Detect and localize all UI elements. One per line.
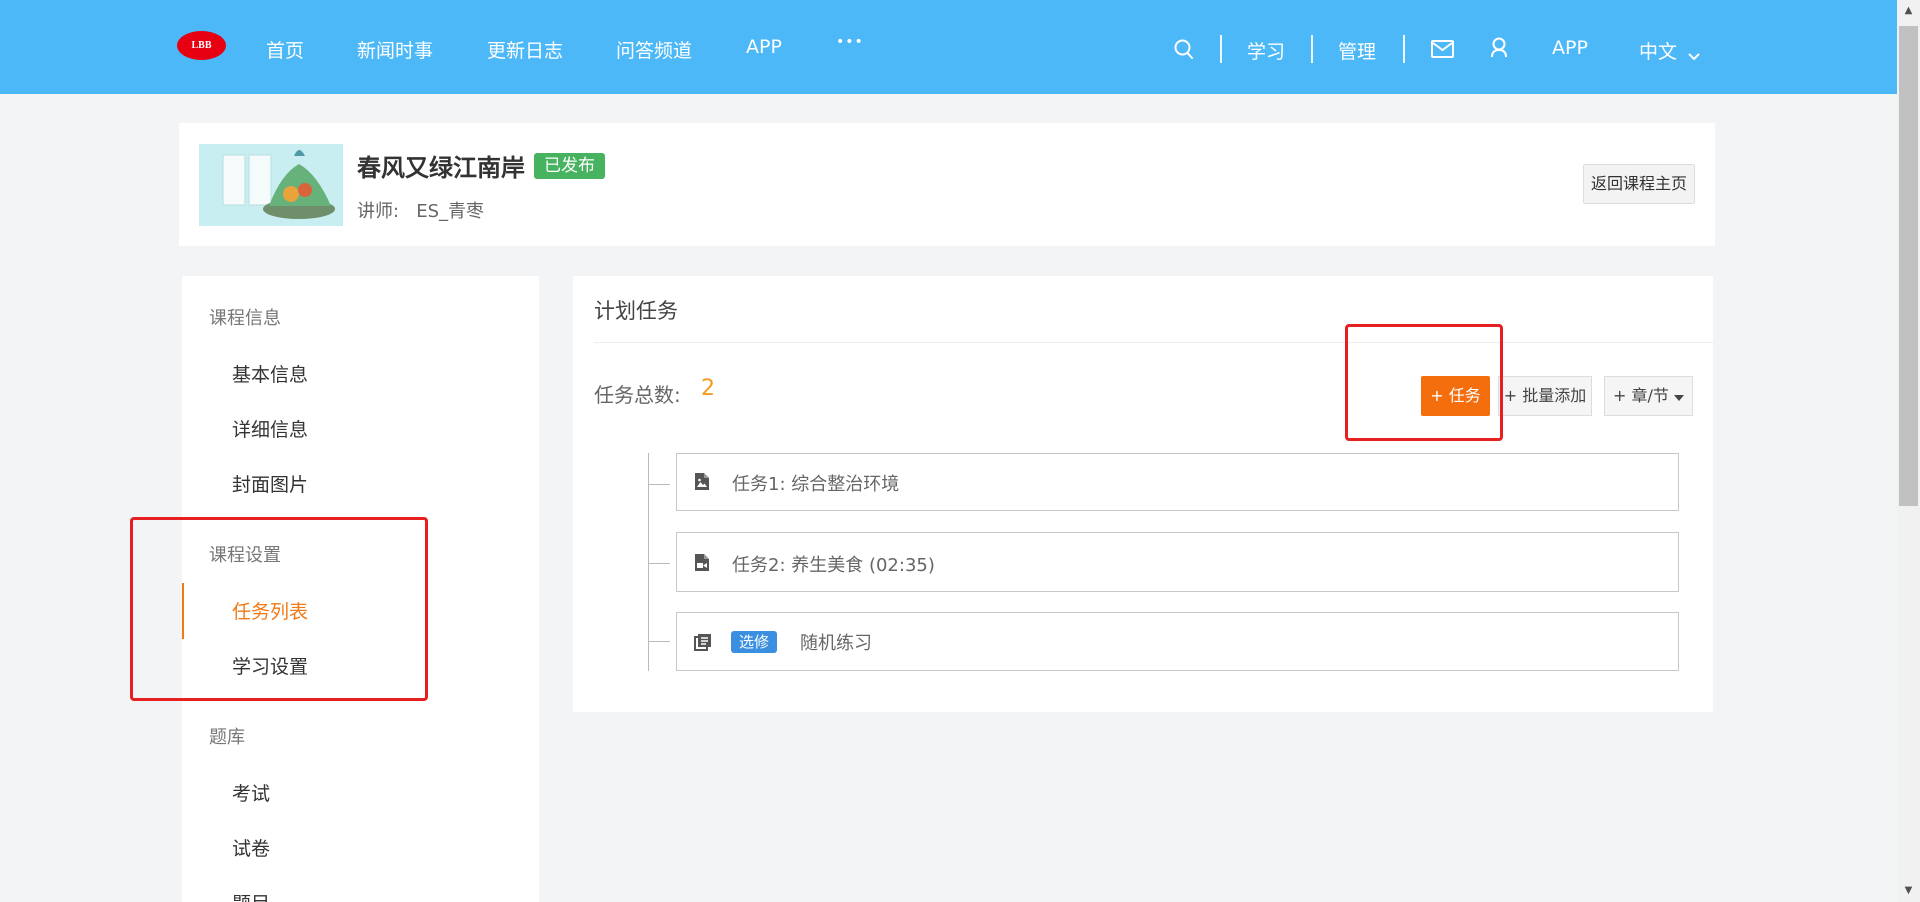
- nav-qa[interactable]: 问答频道: [616, 36, 692, 63]
- task-plan-panel: 计划任务 任务总数: 2 + 任务 + 批量添加 + 章/节 任务1: 综合整治…: [573, 276, 1714, 712]
- sidebar-item-task-list[interactable]: 任务列表: [232, 597, 308, 624]
- sidebar-group-question-bank: 题库: [209, 727, 245, 748]
- header-divider: [1311, 35, 1313, 63]
- course-title: 春风又绿江南岸: [357, 154, 525, 182]
- course-cover-thumbnail: [199, 144, 343, 226]
- task-count-value: 2: [701, 376, 715, 401]
- scroll-down-arrow[interactable]: ▼: [1897, 880, 1920, 902]
- sidebar-item-questions[interactable]: 题目: [232, 889, 270, 902]
- scroll-up-arrow[interactable]: ▲: [1897, 0, 1920, 22]
- teacher-name: ES_青枣: [416, 201, 485, 222]
- sidebar-item-cover-image[interactable]: 封面图片: [232, 470, 308, 497]
- teacher-label: 讲师:: [357, 201, 400, 222]
- header-divider: [1220, 35, 1222, 63]
- sidebar-item-detail-info[interactable]: 详细信息: [232, 415, 308, 442]
- header-learn-link[interactable]: 学习: [1247, 37, 1285, 64]
- add-chapter-label: + 章/节: [1613, 386, 1669, 405]
- top-nav-bar: LBB 首页 新闻时事 更新日志 问答频道 APP ••• 学习 管理 APP …: [0, 0, 1897, 94]
- nav-more[interactable]: •••: [836, 34, 864, 50]
- add-task-button[interactable]: + 任务: [1421, 376, 1490, 416]
- exercise-icon: [694, 633, 712, 655]
- task-title: 随机练习: [800, 633, 872, 654]
- header-app-link[interactable]: APP: [1552, 37, 1588, 59]
- header-divider: [1403, 35, 1405, 63]
- course-sidebar: 课程信息 基本信息 详细信息 封面图片 课程设置 任务列表 学习设置 题库 考试…: [182, 276, 539, 902]
- optional-badge: 选修: [731, 631, 778, 653]
- header-manage-link[interactable]: 管理: [1338, 37, 1376, 64]
- image-file-icon: [694, 472, 710, 495]
- status-badge: 已发布: [534, 153, 605, 179]
- sidebar-group-course-settings: 课程设置: [209, 545, 281, 566]
- nav-app[interactable]: APP: [746, 36, 782, 58]
- panel-divider: [594, 342, 1714, 343]
- sidebar-active-indicator: [182, 583, 184, 639]
- nav-home[interactable]: 首页: [266, 36, 304, 63]
- site-logo[interactable]: LBB: [177, 31, 226, 60]
- scrollbar-thumb[interactable]: [1899, 26, 1918, 506]
- task-title: 任务2: 养生美食 (02:35): [732, 555, 935, 576]
- panel-title: 计划任务: [594, 299, 678, 323]
- sidebar-item-paper[interactable]: 试卷: [232, 834, 270, 861]
- batch-add-button[interactable]: + 批量添加: [1498, 376, 1592, 416]
- chevron-down-icon[interactable]: [1688, 46, 1700, 65]
- tree-connector: [648, 563, 670, 564]
- task-item-2[interactable]: 任务2: 养生美食 (02:35): [676, 532, 1679, 592]
- tree-connector: [648, 453, 649, 671]
- add-chapter-dropdown[interactable]: + 章/节: [1604, 376, 1693, 416]
- course-header-card: 春风又绿江南岸 已发布 讲师: ES_青枣 返回课程主页: [179, 123, 1715, 246]
- sidebar-item-study-settings[interactable]: 学习设置: [232, 652, 308, 679]
- sidebar-item-basic-info[interactable]: 基本信息: [232, 360, 308, 387]
- user-icon[interactable]: [1489, 37, 1509, 63]
- task-item-3[interactable]: 选修 随机练习: [676, 612, 1679, 671]
- task-count-label: 任务总数:: [594, 383, 681, 407]
- back-to-course-button[interactable]: 返回课程主页: [1583, 164, 1695, 204]
- sidebar-item-exam[interactable]: 考试: [232, 779, 270, 806]
- task-title: 任务1: 综合整治环境: [732, 474, 900, 495]
- caret-down-icon: [1673, 395, 1684, 401]
- nav-news[interactable]: 新闻时事: [357, 36, 433, 63]
- tree-connector: [648, 641, 670, 642]
- mail-icon[interactable]: [1431, 40, 1454, 62]
- video-file-icon: [694, 553, 710, 576]
- language-selector[interactable]: 中文: [1639, 37, 1677, 64]
- search-icon[interactable]: [1174, 39, 1194, 65]
- sidebar-group-course-info: 课程信息: [209, 308, 281, 329]
- teacher-info: 讲师: ES_青枣: [357, 197, 484, 223]
- nav-changelog[interactable]: 更新日志: [487, 36, 563, 63]
- tree-connector: [648, 484, 670, 485]
- task-item-1[interactable]: 任务1: 综合整治环境: [676, 453, 1679, 511]
